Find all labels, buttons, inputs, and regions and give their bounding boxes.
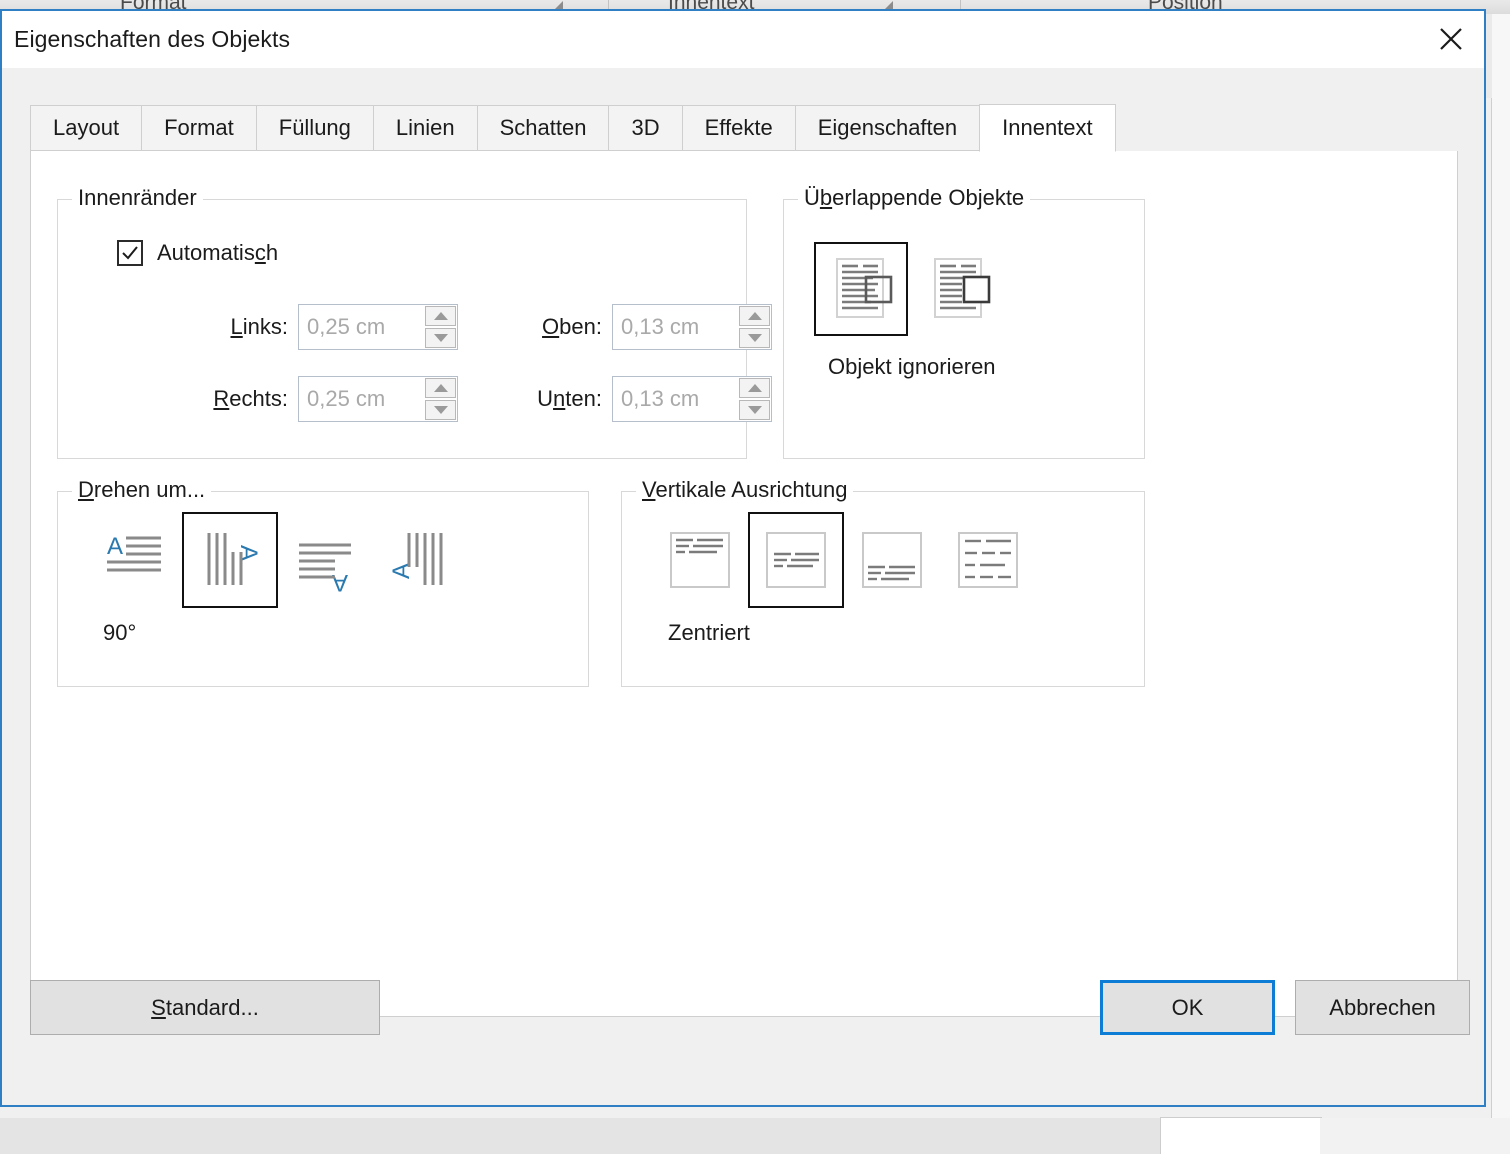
field-row-unten: Unten: 0,13 cm xyxy=(516,376,772,422)
align-top-icon xyxy=(665,525,735,595)
group-innenraender-legend: Innenränder xyxy=(72,185,203,211)
text-rotate-0-icon: A xyxy=(99,525,169,595)
valign-selected-caption: Zentriert xyxy=(668,620,750,645)
dialog-footer: Standard... OK Abbrechen xyxy=(2,965,1484,1105)
group-vertikale-ausrichtung-legend: Vertikale Ausrichtung xyxy=(636,477,854,503)
text-rotate-270-icon: A xyxy=(387,525,457,595)
dialog-title: Eigenschaften des Objekts xyxy=(14,26,291,52)
label-rechts: Rechts: xyxy=(213,386,288,411)
object-properties-dialog: Eigenschaften des Objekts Layout Format … xyxy=(0,9,1486,1107)
overlap-option-row xyxy=(814,242,1006,336)
align-justified-icon xyxy=(953,525,1023,595)
spinner-oben[interactable]: 0,13 cm xyxy=(612,304,772,350)
overlap-option-objekt-ignorieren[interactable] xyxy=(814,242,908,336)
rotation-option-90[interactable]: A xyxy=(182,512,278,608)
background-right-panel xyxy=(1491,14,1510,1154)
label-links: Links: xyxy=(230,314,289,339)
background-statusbar-panel xyxy=(1160,1117,1322,1154)
spinner-links-buttons xyxy=(423,305,457,349)
align-center-icon xyxy=(761,525,831,595)
close-button[interactable] xyxy=(1418,11,1484,66)
text-wrap-object-icon xyxy=(923,253,995,325)
group-ueberlappende-objekte: Überlappende Objekte Objekt ignorieren xyxy=(783,185,1145,459)
valign-option-center[interactable] xyxy=(748,512,844,608)
tabstrip: Layout Format Füllung Linien Schatten 3D… xyxy=(30,104,1458,152)
automatisch-checkbox[interactable] xyxy=(117,240,143,266)
automatisch-checkbox-row[interactable]: Automatisch xyxy=(117,240,278,266)
group-innenraender: Innenränder Automatisch Links: 0,25 cm R… xyxy=(57,185,772,459)
label-unten: Unten: xyxy=(537,386,602,411)
dialog-body: Layout Format Füllung Linien Schatten 3D… xyxy=(2,68,1484,1105)
automatisch-label: Automatisch xyxy=(157,240,279,265)
spinner-links-up-button[interactable] xyxy=(425,306,456,326)
spinner-oben-buttons xyxy=(737,305,771,349)
field-row-rechts: Rechts: 0,25 cm xyxy=(208,376,458,422)
text-rotate-180-icon: A xyxy=(291,525,361,595)
tab-fuellung[interactable]: Füllung xyxy=(255,105,374,151)
group-drehen-um-legend: Drehen um... xyxy=(72,477,212,503)
rotation-option-270[interactable]: A xyxy=(374,512,470,608)
group-ueberlappende-objekte-legend: Überlappende Objekte xyxy=(798,185,1031,211)
align-bottom-icon xyxy=(857,525,927,595)
spinner-oben-value[interactable]: 0,13 cm xyxy=(613,305,737,349)
tab-schatten[interactable]: Schatten xyxy=(476,105,610,151)
rotation-option-180[interactable]: A xyxy=(278,512,374,608)
tab-effekte[interactable]: Effekte xyxy=(681,105,796,151)
text-through-object-icon xyxy=(825,253,897,325)
spinner-oben-up-button[interactable] xyxy=(739,306,770,326)
spinner-unten-up-button[interactable] xyxy=(739,378,770,398)
overlap-option-text-umfliessen[interactable] xyxy=(912,242,1006,336)
tab-layout[interactable]: Layout xyxy=(30,105,143,151)
close-icon xyxy=(1437,25,1465,53)
group-vertikale-ausrichtung: Vertikale Ausrichtung Zentriert xyxy=(621,477,1145,687)
valign-option-row xyxy=(652,512,1036,608)
ok-button[interactable]: OK xyxy=(1100,980,1275,1035)
tab-eigenschaften[interactable]: Eigenschaften xyxy=(794,105,981,151)
spinner-unten-buttons xyxy=(737,377,771,421)
tab-innentext[interactable]: Innentext xyxy=(979,104,1116,152)
svg-text:A: A xyxy=(332,569,348,595)
valign-option-bottom[interactable] xyxy=(844,512,940,608)
spinner-links[interactable]: 0,25 cm xyxy=(298,304,458,350)
group-drehen-um: Drehen um... A A A A 90° xyxy=(57,477,589,687)
spinner-rechts-value[interactable]: 0,25 cm xyxy=(299,377,423,421)
spinner-rechts-up-button[interactable] xyxy=(425,378,456,398)
tab-panel-innentext: Innenränder Automatisch Links: 0,25 cm R… xyxy=(30,151,1458,1017)
svg-text:A: A xyxy=(235,545,262,561)
spinner-rechts[interactable]: 0,25 cm xyxy=(298,376,458,422)
tab-3d[interactable]: 3D xyxy=(608,105,683,151)
spinner-rechts-down-button[interactable] xyxy=(425,400,456,420)
tab-linien[interactable]: Linien xyxy=(372,105,478,151)
checkmark-icon xyxy=(122,246,138,260)
dialog-titlebar: Eigenschaften des Objekts xyxy=(2,11,1484,68)
cancel-button[interactable]: Abbrechen xyxy=(1295,980,1470,1035)
tab-format[interactable]: Format xyxy=(141,105,257,151)
spinner-oben-down-button[interactable] xyxy=(739,328,770,348)
background-statusbar-panel-secondary xyxy=(1320,1118,1510,1154)
rotation-option-0[interactable]: A xyxy=(86,512,182,608)
svg-text:A: A xyxy=(388,563,415,579)
spinner-rechts-buttons xyxy=(423,377,457,421)
valign-option-justified[interactable] xyxy=(940,512,1036,608)
spinner-unten-down-button[interactable] xyxy=(739,400,770,420)
text-rotate-90-icon: A xyxy=(195,525,265,595)
spinner-unten[interactable]: 0,13 cm xyxy=(612,376,772,422)
overlap-selected-caption: Objekt ignorieren xyxy=(828,354,996,379)
valign-option-top[interactable] xyxy=(652,512,748,608)
svg-text:A: A xyxy=(107,533,123,560)
spinner-links-value[interactable]: 0,25 cm xyxy=(299,305,423,349)
spinner-unten-value[interactable]: 0,13 cm xyxy=(613,377,737,421)
field-row-links: Links: 0,25 cm xyxy=(208,304,458,350)
spinner-links-down-button[interactable] xyxy=(425,328,456,348)
standard-button[interactable]: Standard... xyxy=(30,980,380,1035)
rotation-selected-caption: 90° xyxy=(103,620,137,645)
label-oben: Oben: xyxy=(542,314,602,339)
field-row-oben: Oben: 0,13 cm xyxy=(516,304,772,350)
rotation-option-row: A A A A xyxy=(86,512,470,608)
